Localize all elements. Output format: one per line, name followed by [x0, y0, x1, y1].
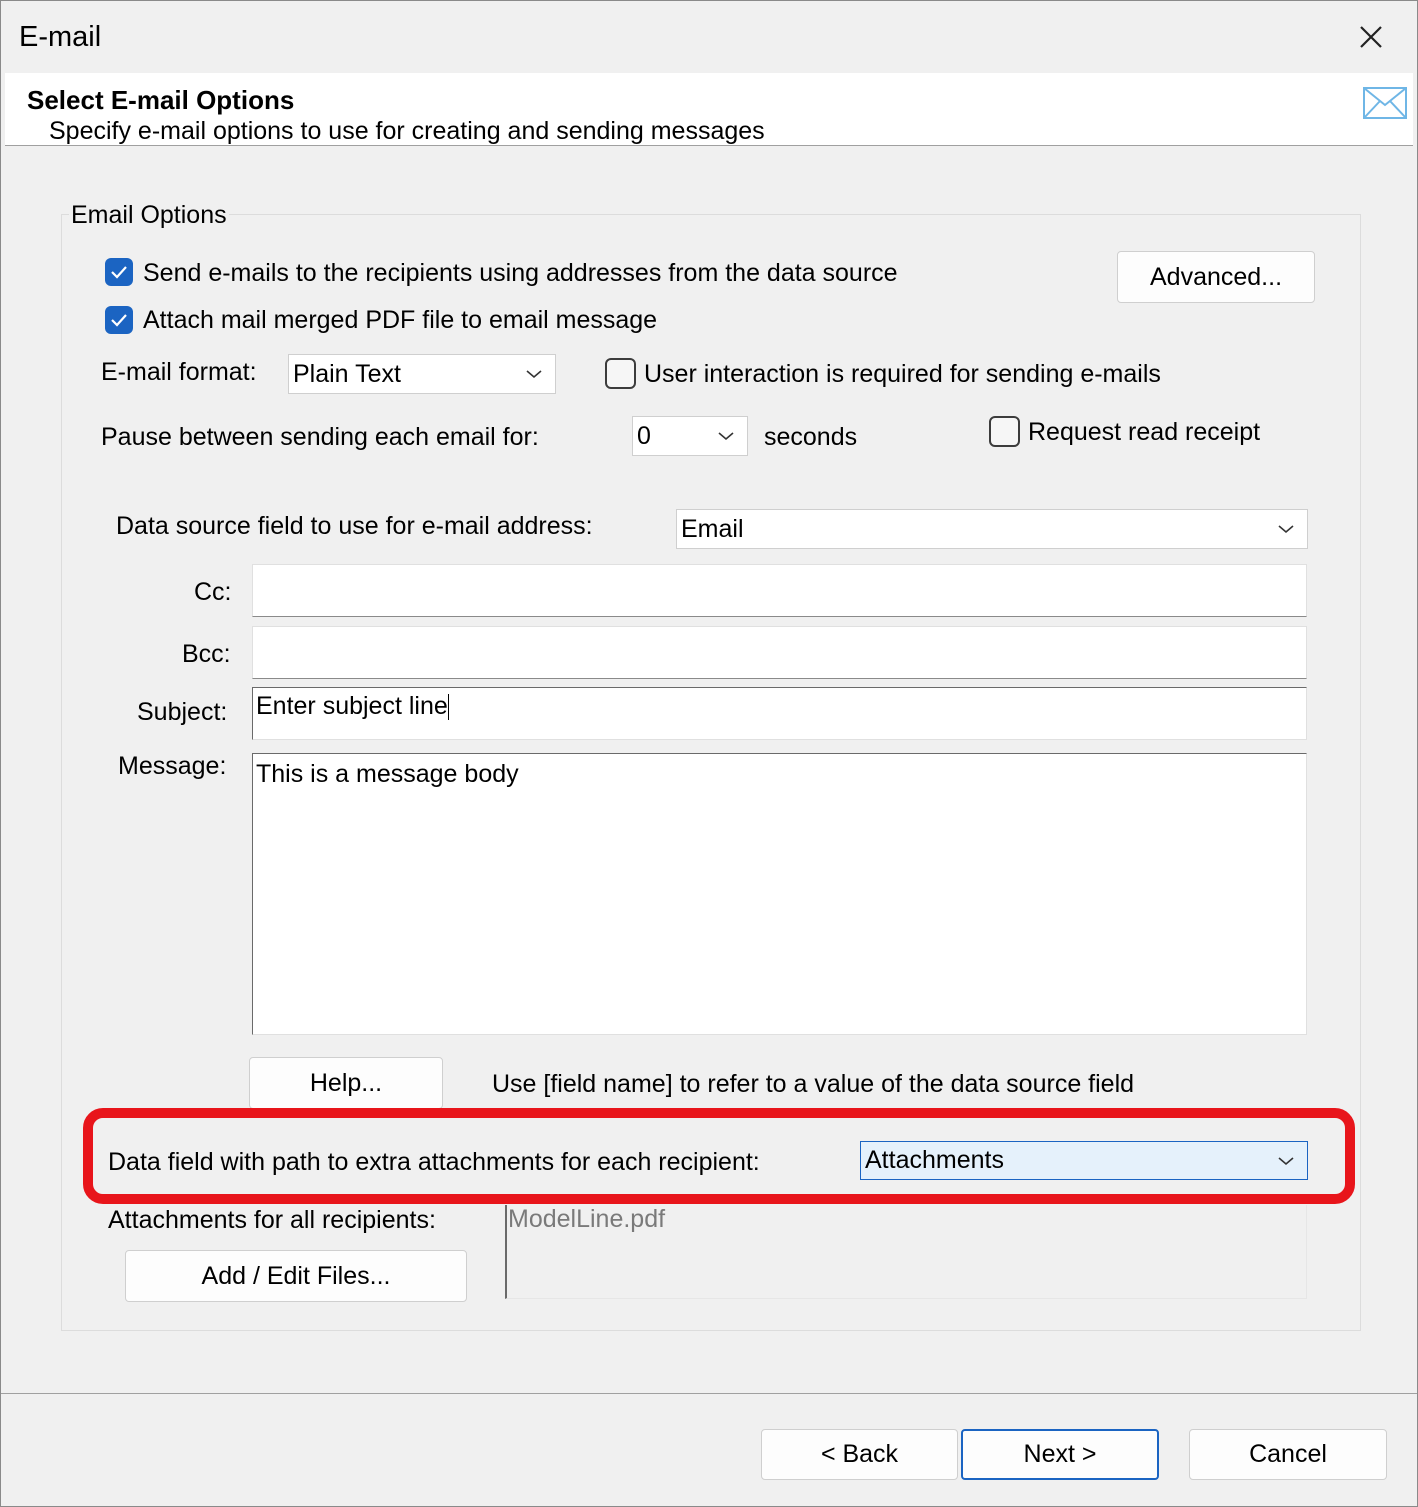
- footer-divider: [1, 1393, 1417, 1394]
- all-attachments-label: Attachments for all recipients:: [108, 1206, 436, 1234]
- user-interaction-label: User interaction is required for sending…: [644, 360, 1161, 388]
- email-field-value: Email: [681, 514, 744, 543]
- email-format-label: E-mail format:: [101, 358, 257, 386]
- checkmark-icon: [111, 314, 127, 327]
- attach-pdf-checkbox[interactable]: [105, 306, 133, 334]
- extra-attachments-value: Attachments: [865, 1146, 1004, 1174]
- read-receipt-label: Request read receipt: [1028, 418, 1261, 446]
- field-name-hint: Use [field name] to refer to a value of …: [492, 1070, 1135, 1098]
- attach-pdf-label: Attach mail merged PDF file to email mes…: [143, 306, 658, 334]
- pause-seconds-select[interactable]: 0: [632, 416, 748, 456]
- extra-attachments-select[interactable]: Attachments: [860, 1141, 1308, 1180]
- email-format-value: Plain Text: [293, 359, 401, 388]
- page-title: Select E-mail Options: [27, 85, 295, 115]
- send-emails-checkbox[interactable]: [105, 258, 133, 286]
- subject-value: Enter subject line: [256, 692, 448, 720]
- page-subtitle: Specify e-mail options to use for creati…: [49, 117, 765, 145]
- close-button[interactable]: [1341, 11, 1401, 63]
- cancel-button[interactable]: Cancel: [1189, 1429, 1387, 1480]
- chevron-down-icon: [526, 370, 542, 379]
- window-title: E-mail: [19, 21, 102, 53]
- cc-label: Cc:: [194, 578, 232, 606]
- user-interaction-checkbox[interactable]: [605, 358, 636, 389]
- chevron-down-icon: [1278, 525, 1294, 534]
- subject-field[interactable]: Enter subject line: [252, 687, 1307, 740]
- message-label: Message:: [118, 752, 227, 780]
- help-button[interactable]: Help...: [249, 1057, 443, 1109]
- close-icon: [1360, 26, 1382, 48]
- email-format-select[interactable]: Plain Text: [288, 354, 556, 394]
- bcc-field[interactable]: [252, 626, 1307, 679]
- email-field-label: Data source field to use for e-mail addr…: [116, 512, 593, 540]
- add-edit-files-button[interactable]: Add / Edit Files...: [125, 1250, 467, 1302]
- bcc-label: Bcc:: [182, 640, 231, 668]
- send-emails-label: Send e-mails to the recipients using add…: [143, 259, 898, 287]
- envelope-icon: [1363, 87, 1407, 119]
- read-receipt-checkbox[interactable]: [989, 416, 1020, 447]
- text-cursor: [447, 694, 449, 721]
- seconds-label: seconds: [764, 423, 858, 451]
- wizard-header: Select E-mail Options Specify e-mail opt…: [5, 73, 1413, 146]
- email-options-label: Email Options: [69, 201, 229, 230]
- pause-seconds-value: 0: [637, 421, 651, 450]
- cc-field[interactable]: [252, 564, 1307, 617]
- attachments-list[interactable]: ModelLine.pdf: [505, 1205, 1307, 1299]
- title-bar: E-mail: [1, 1, 1417, 73]
- advanced-button[interactable]: Advanced...: [1117, 251, 1315, 303]
- subject-label: Subject:: [137, 698, 228, 726]
- email-dialog: E-mail Select E-mail Options Specify e-m…: [0, 0, 1418, 1507]
- extra-attachments-label: Data field with path to extra attachment…: [108, 1148, 760, 1176]
- next-button[interactable]: Next >: [961, 1429, 1159, 1480]
- checkmark-icon: [111, 266, 127, 279]
- email-field-select[interactable]: Email: [676, 509, 1308, 549]
- chevron-down-icon: [1278, 1156, 1294, 1165]
- back-button[interactable]: < Back: [761, 1429, 958, 1480]
- message-textarea[interactable]: This is a message body: [252, 753, 1307, 1035]
- chevron-down-icon: [718, 432, 734, 441]
- pause-label: Pause between sending each email for:: [101, 423, 539, 451]
- list-item[interactable]: ModelLine.pdf: [508, 1205, 665, 1234]
